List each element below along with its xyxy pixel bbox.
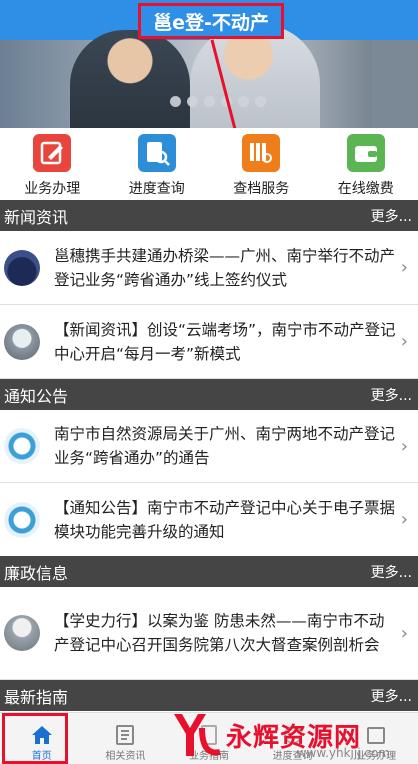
integrity-thumbnail (4, 615, 40, 651)
quick-item-label: 查档服务 (233, 181, 290, 197)
nav-item-news[interactable]: 相关资讯 (84, 713, 168, 764)
archive-search-icon (242, 134, 281, 172)
more-link[interactable]: 更多... (371, 385, 412, 405)
quick-item-label: 进度查询 (128, 181, 185, 197)
list-item[interactable]: 【新闻资讯】创设“云端考场”，南宁市不动产登记中心开启“每月一考”新模式 › (0, 305, 418, 379)
banner-photo-frame (372, 40, 418, 128)
carousel-dot[interactable] (255, 96, 266, 107)
quick-item-archive[interactable]: 查档服务 (209, 128, 314, 200)
section-title: 新闻资讯 (4, 207, 69, 227)
list-item-title: 邕穗携手共建通办桥梁——广州、南宁举行不动产登记业务“跨省通办”线上签约仪式 (54, 246, 396, 289)
carousel-dot[interactable] (187, 96, 198, 107)
banner-photo-person-left (70, 30, 190, 128)
more-link[interactable]: 更多... (371, 206, 412, 226)
news-icon (116, 725, 135, 745)
chevron-right-icon: › (400, 622, 408, 644)
banner-photo-person-right (190, 24, 320, 128)
watermark-url: www.yhkjjj.com (296, 746, 390, 760)
watermark: 永辉资源网 www.yhkjjj.com (168, 706, 412, 764)
carousel-dot[interactable] (238, 96, 249, 107)
list-item-title: 【学史力行】以案为鉴 防患未然——南宁市不动产登记中心召开国务院第八次大督查案例… (54, 612, 385, 654)
news-thumbnail (4, 323, 40, 360)
app-title: 邕e登-不动产 (153, 11, 269, 34)
quick-menu: 业务办理 进度查询 查档服务 在线缴费 (0, 128, 418, 200)
chevron-right-icon: › (400, 509, 408, 530)
watermark-logo-icon (174, 714, 221, 756)
quick-item-progress[interactable]: 进度查询 (105, 128, 210, 200)
wallet-icon (346, 134, 385, 172)
list-item-title: 【新闻资讯】创设“云端考场”，南宁市不动产登记中心开启“每月一考”新模式 (54, 320, 396, 363)
app-title-highlight: 邕e登-不动产 (138, 3, 284, 39)
home-highlight-box (2, 713, 68, 764)
carousel-dot[interactable] (221, 96, 232, 107)
quick-item-label: 在线缴费 (337, 181, 394, 197)
section-title: 最新指南 (4, 687, 69, 707)
more-link[interactable]: 更多... (371, 562, 412, 582)
section-header-news: 新闻资讯 更多... (0, 200, 418, 231)
notice-logo-icon (4, 501, 40, 538)
chevron-right-icon: › (400, 435, 408, 457)
chevron-right-icon: › (400, 331, 408, 352)
list-item-title: 【通知公告】南宁市不动产登记中心关于电子票据模块功能完善升级的通知 (54, 498, 396, 541)
quick-item-label: 业务办理 (24, 181, 81, 197)
section-header-notice: 通知公告 更多... (0, 379, 418, 410)
list-item[interactable]: 【学史力行】以案为鉴 防患未然——南宁市不动产登记中心召开国务院第八次大督查案例… (0, 587, 418, 680)
quick-item-payment[interactable]: 在线缴费 (314, 128, 418, 200)
carousel-dot[interactable] (170, 96, 181, 107)
list-item-title: 南宁市自然资源局关于广州、南宁两地不动产登记业务“跨省通办”的通告 (54, 425, 396, 467)
carousel-dot[interactable] (204, 96, 215, 107)
carousel-indicators[interactable] (170, 96, 266, 107)
edit-document-icon (33, 134, 72, 172)
section-title: 通知公告 (4, 386, 69, 406)
more-link[interactable]: 更多... (371, 686, 412, 706)
section-header-integrity: 廉政信息 更多... (0, 556, 418, 587)
list-item[interactable]: 邕穗携手共建通办桥梁——广州、南宁举行不动产登记业务“跨省通办”线上签约仪式 › (0, 231, 418, 305)
nav-label: 相关资讯 (105, 751, 146, 762)
list-item[interactable]: 【通知公告】南宁市不动产登记中心关于电子票据模块功能完善升级的通知 › (0, 483, 418, 557)
chevron-right-icon: › (400, 257, 408, 278)
search-document-icon (137, 134, 176, 172)
section-title: 廉政信息 (4, 563, 69, 583)
news-thumbnail (4, 249, 40, 286)
notice-logo-icon (4, 428, 40, 464)
quick-item-business[interactable]: 业务办理 (0, 128, 105, 200)
list-item[interactable]: 南宁市自然资源局关于广州、南宁两地不动产登记业务“跨省通办”的通告 › (0, 410, 418, 483)
